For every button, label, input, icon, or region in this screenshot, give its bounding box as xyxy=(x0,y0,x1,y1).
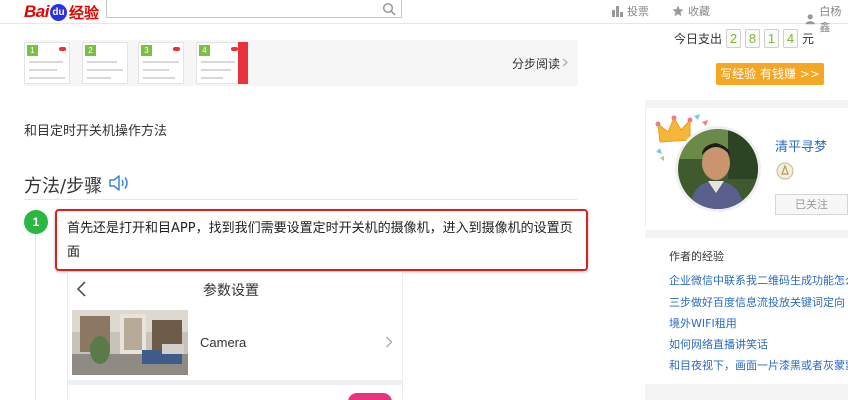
follow-button[interactable]: 已关注 xyxy=(775,194,848,215)
step-screenshot[interactable]: 参数设置 Camera xyxy=(67,272,403,400)
today-expense-label: 今日支出 xyxy=(674,32,723,46)
today-expense: 今日支出 2 8 1 4 元 xyxy=(674,29,814,48)
logo-paw-icon: du xyxy=(49,3,67,21)
favorite-link[interactable]: 收藏 xyxy=(672,3,710,19)
experience-link[interactable]: 如何网络直播讲笑话 xyxy=(669,336,768,352)
thumbnail-number: 3 xyxy=(141,45,152,56)
chevron-right-icon xyxy=(562,58,568,67)
thumbnail-line xyxy=(29,69,57,71)
thumbnail-line xyxy=(29,77,65,79)
step-thumbnail-partial[interactable] xyxy=(238,42,248,84)
step-description: 首先还是打开和目APP，找到我们需要设置定时开关机的摄像机，进入到摄像机的设置页… xyxy=(67,221,573,260)
logo-bai-text: Bai xyxy=(24,2,49,21)
camera-name-label: Camera xyxy=(200,335,247,350)
search-button[interactable] xyxy=(379,0,399,18)
search-input[interactable] xyxy=(106,0,402,18)
search-icon xyxy=(382,2,396,16)
speaker-icon[interactable] xyxy=(108,173,132,193)
thumbnail-line xyxy=(143,69,169,71)
thumbnail-line xyxy=(143,77,175,79)
sidebar-divider xyxy=(645,384,848,400)
top-bar: Bai du 经验 投票 收藏 白杨鑫 xyxy=(0,0,848,34)
thumbnail-line xyxy=(87,61,117,63)
step-thumbnail[interactable]: 1 xyxy=(24,42,70,84)
thumbnail-line xyxy=(201,61,235,63)
thumbnail-toggle-mark xyxy=(231,47,238,51)
step-text: 首先还是打开和目APP，找到我们需要设置定时开关机的摄像机，进入到摄像机的设置页… xyxy=(55,209,588,271)
thumbnail-line xyxy=(29,61,63,63)
chevron-right-icon xyxy=(386,336,393,348)
thumbnail-line xyxy=(201,69,231,71)
step-number-badge: 1 xyxy=(24,210,48,234)
logo-jingyan-text: 经验 xyxy=(68,4,99,22)
step-thumbnail-strip[interactable]: 1 2 3 4 xyxy=(24,40,578,86)
expense-digit: 4 xyxy=(783,29,799,48)
bar-chart-icon xyxy=(612,5,623,17)
intro-text: 和目定时开关机操作方法 xyxy=(24,124,168,139)
write-experience-button[interactable]: 写经验 有钱赚 >> xyxy=(716,63,824,85)
step-thumbnail[interactable]: 4 xyxy=(196,42,242,84)
author-avatar[interactable] xyxy=(675,126,761,212)
thumbnail-line xyxy=(201,77,223,79)
currency-unit: 元 xyxy=(802,32,815,46)
medal-icon xyxy=(776,162,794,180)
username-label: 白杨鑫 xyxy=(819,5,842,34)
favorite-label: 收藏 xyxy=(688,5,710,18)
thumbnail-number: 4 xyxy=(199,45,210,56)
step-thumbnail[interactable]: 3 xyxy=(138,42,184,84)
camera-thumbnail-image xyxy=(72,310,188,375)
experience-link[interactable]: 三步做好百度信息流投放关键词定向 xyxy=(669,294,845,310)
sidebar-divider xyxy=(645,230,848,238)
sidebar-divider xyxy=(645,100,848,108)
thumbnail-number: 1 xyxy=(27,45,38,56)
expense-digit: 2 xyxy=(726,29,742,48)
thumbnail-line xyxy=(87,69,123,71)
thumbnail-line xyxy=(143,61,179,63)
expense-digit: 1 xyxy=(764,29,780,48)
step-read-link[interactable]: 分步阅读 xyxy=(512,55,560,72)
author-experience-title: 作者的经验 xyxy=(669,250,724,263)
experience-link[interactable]: 境外WIFI租用 xyxy=(669,315,737,331)
vote-link[interactable]: 投票 xyxy=(612,3,649,19)
experience-link[interactable]: 和目夜视下，画面一片漆黑或者灰蒙蒙... xyxy=(669,357,848,373)
step-thumbnail[interactable]: 2 xyxy=(82,42,128,84)
expense-digit: 8 xyxy=(745,29,761,48)
thumbnail-toggle-mark xyxy=(59,47,66,51)
phone-section-separator xyxy=(68,380,402,385)
vote-label: 投票 xyxy=(627,5,649,18)
thumbnail-number: 2 xyxy=(85,45,96,56)
author-name[interactable]: 清平寻梦 xyxy=(775,136,827,155)
step-timeline-line xyxy=(35,234,36,400)
settings-page-title: 参数设置 xyxy=(203,283,259,299)
baidu-jingyan-logo[interactable]: Bai du 经验 xyxy=(24,1,99,23)
user-icon xyxy=(805,14,815,25)
thumbnail-line xyxy=(87,77,111,79)
section-divider xyxy=(24,199,578,200)
thumbnail-toggle-mark xyxy=(173,47,180,51)
experience-link[interactable]: 企业微信中联系我二维码生成功能怎么... xyxy=(669,272,848,288)
toggle-switch[interactable] xyxy=(348,393,392,400)
section-title: 方法/步骤 xyxy=(24,176,103,197)
star-icon xyxy=(672,5,684,17)
